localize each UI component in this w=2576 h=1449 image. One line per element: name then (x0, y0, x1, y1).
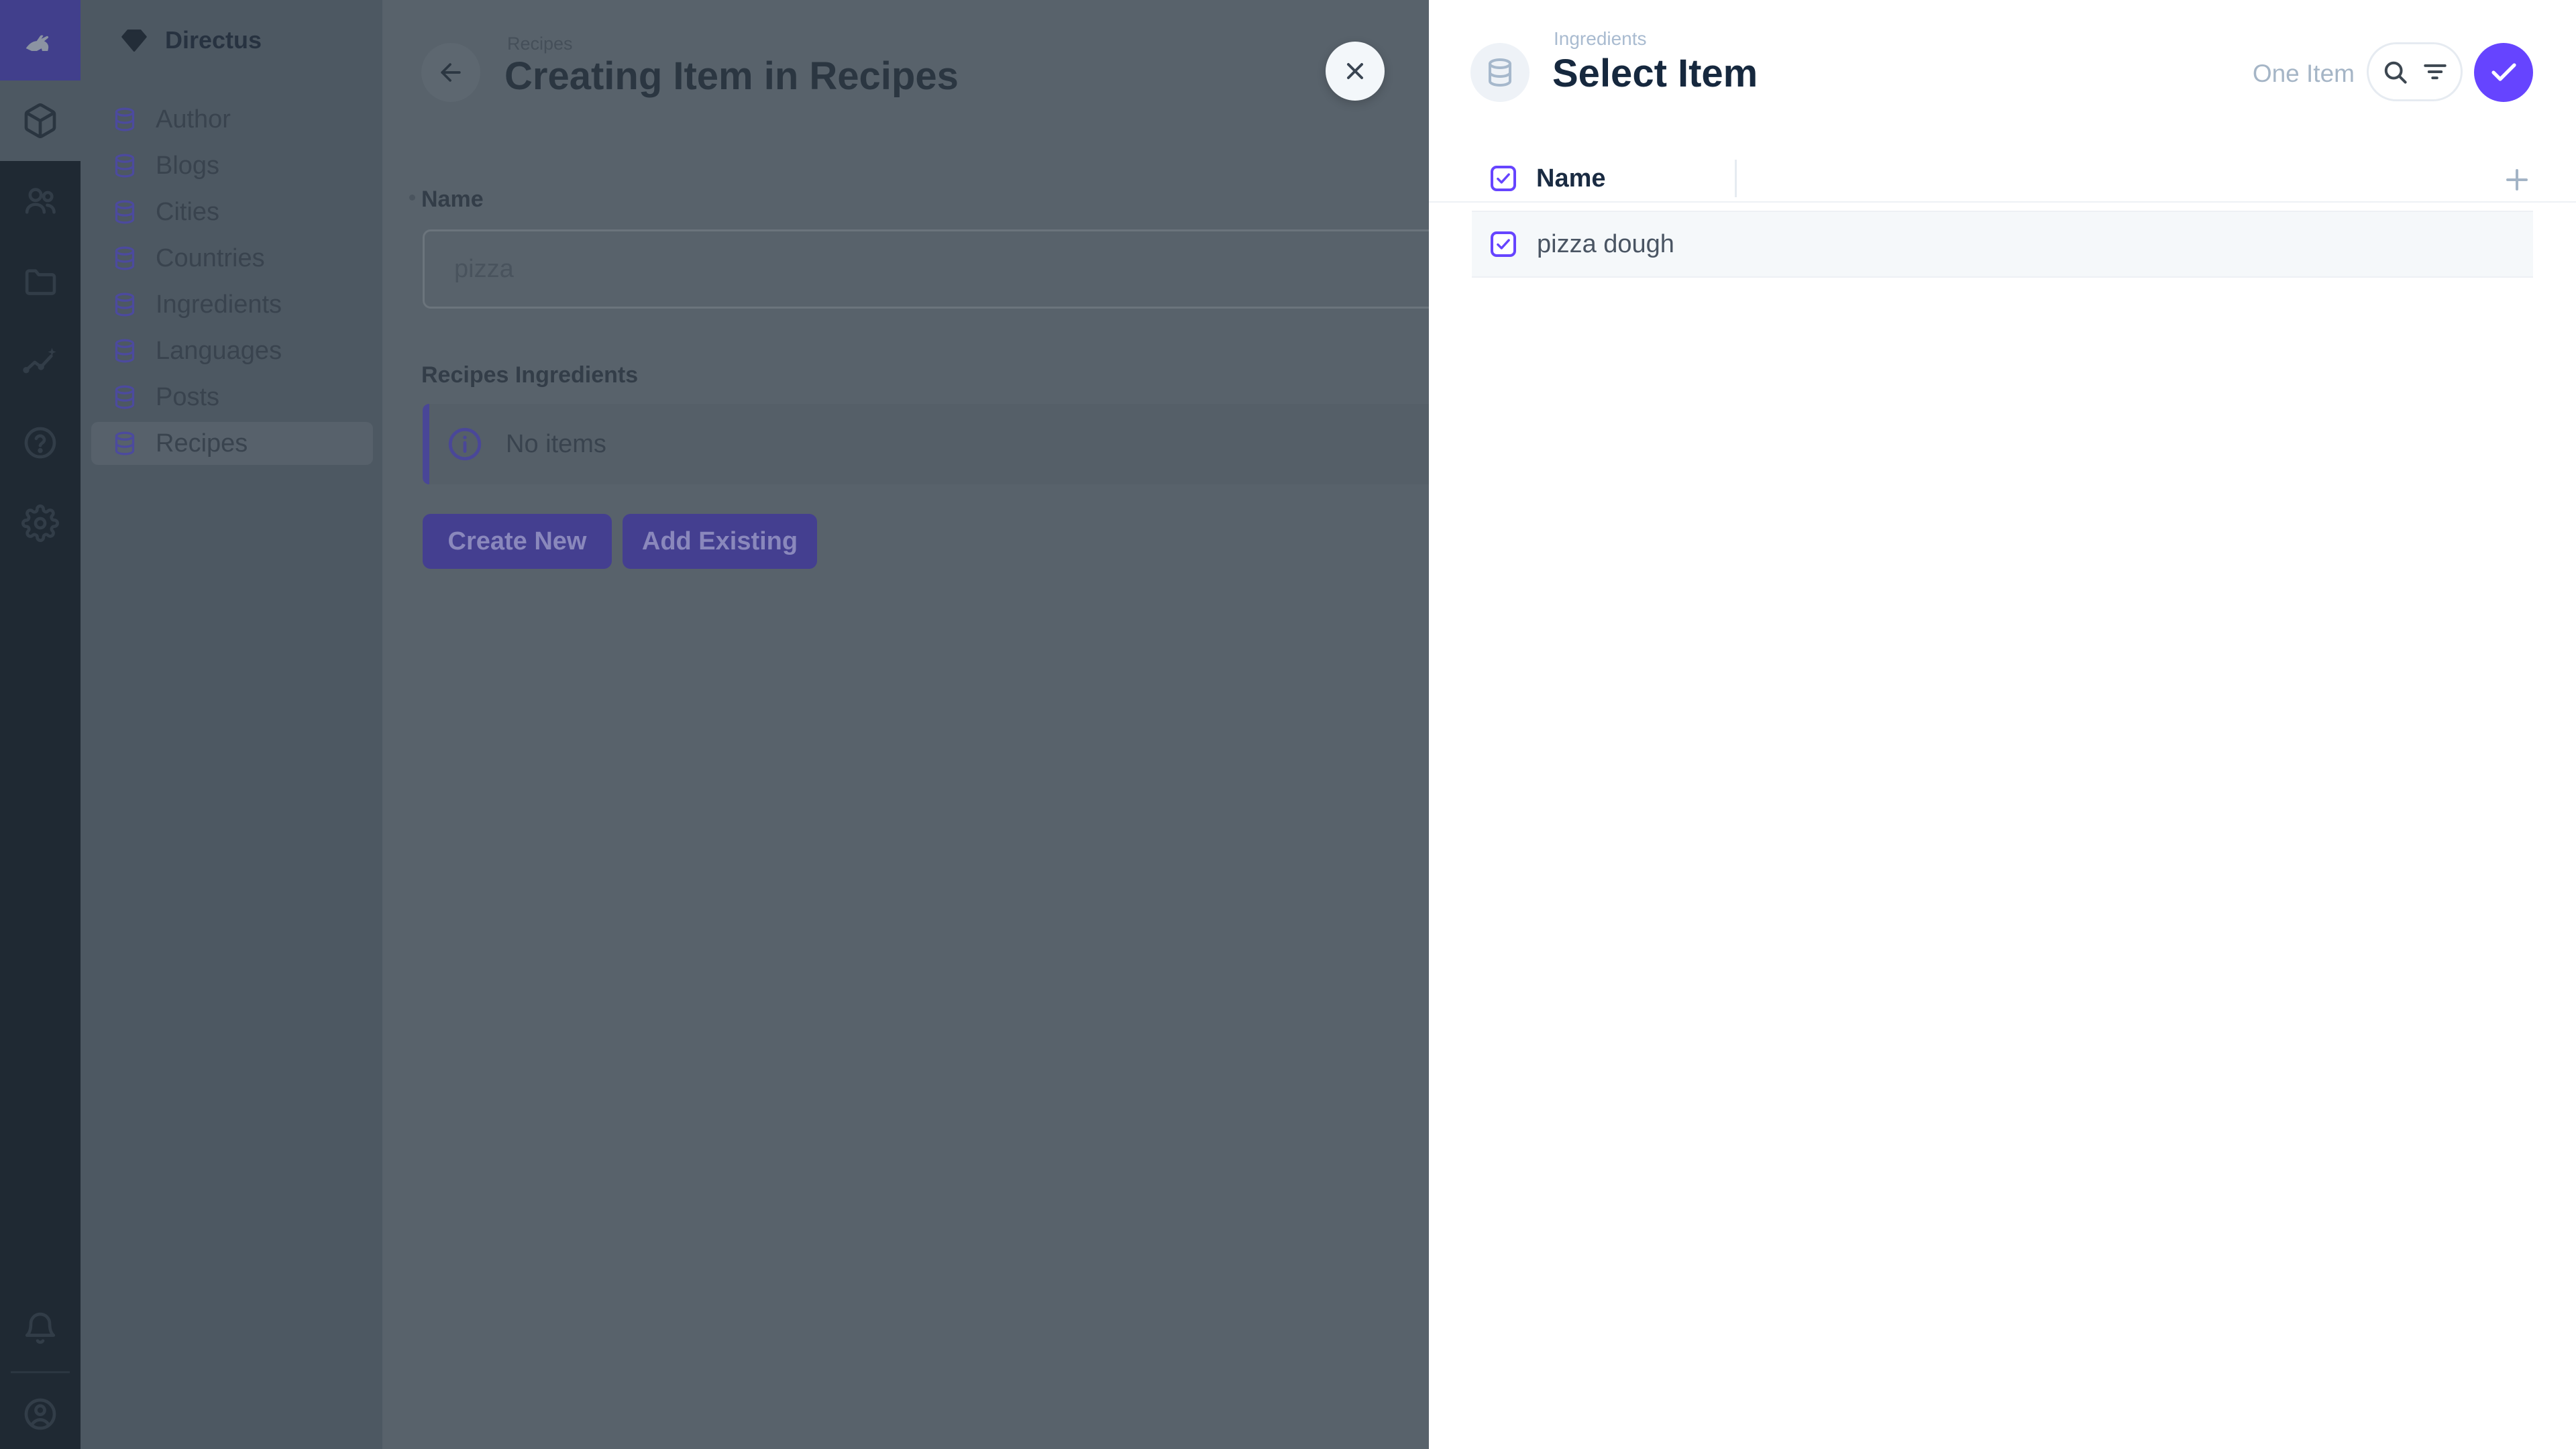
project-name: Directus (165, 26, 262, 54)
navigation-sidebar: Directus Author Blogs Cities Countries I… (80, 0, 382, 1449)
database-icon (111, 384, 138, 411)
module-content[interactable] (0, 80, 80, 161)
directus-logo[interactable] (0, 0, 80, 80)
nav-item-languages[interactable]: Languages (91, 329, 373, 372)
drawer-collection-label: Ingredients (1554, 28, 1647, 50)
content-module-icon (21, 102, 59, 140)
search-filter-group (2367, 42, 2463, 101)
select-all-checkbox[interactable] (1491, 166, 1516, 191)
users-module-icon (21, 182, 59, 220)
nav-item-countries[interactable]: Countries (91, 237, 373, 280)
selection-count: One Item (2253, 60, 2355, 88)
confirm-selection-button[interactable] (2474, 43, 2533, 102)
account-button[interactable] (0, 1374, 80, 1449)
close-icon (1342, 58, 1368, 85)
nav-item-label: Languages (156, 337, 282, 366)
drawer-close-button[interactable] (1326, 42, 1385, 101)
column-resize-handle[interactable] (1735, 160, 1737, 197)
back-button[interactable] (421, 43, 480, 102)
module-settings[interactable] (0, 483, 80, 564)
nav-item-label: Posts (156, 383, 219, 412)
module-help[interactable] (0, 402, 80, 483)
module-insights[interactable] (0, 322, 80, 402)
filter-icon (2420, 57, 2450, 87)
breadcrumb[interactable]: Recipes (507, 34, 573, 54)
nav-item-author[interactable]: Author (91, 98, 373, 141)
project-chooser[interactable]: Directus (80, 0, 382, 80)
database-icon (111, 199, 138, 225)
nav-item-ingredients[interactable]: Ingredients (91, 283, 373, 326)
info-icon (445, 425, 484, 464)
nav-item-blogs[interactable]: Blogs (91, 144, 373, 187)
module-bar (0, 0, 80, 1449)
bell-icon (21, 1309, 59, 1347)
account-circle-icon (21, 1395, 59, 1433)
folder-module-icon (21, 263, 59, 301)
database-icon (111, 152, 138, 179)
check-icon (2487, 56, 2520, 89)
recipes-ingredients-label: Recipes Ingredients (421, 362, 638, 388)
nav-item-posts[interactable]: Posts (91, 376, 373, 419)
notifications-button[interactable] (0, 1288, 80, 1368)
search-icon (2380, 57, 2410, 87)
nav-item-cities[interactable]: Cities (91, 191, 373, 233)
table-header: Name (1429, 157, 2576, 203)
database-icon (1484, 56, 1516, 89)
rabbit-logo-icon (19, 19, 62, 62)
drawer-title: Select Item (1552, 51, 1758, 96)
required-indicator (409, 195, 415, 201)
nav-item-label: Cities (156, 198, 219, 227)
database-icon (111, 245, 138, 272)
page-title: Creating Item in Recipes (504, 54, 959, 99)
name-field-label: Name (421, 186, 484, 213)
database-icon (111, 430, 138, 457)
filter-button[interactable] (2418, 48, 2453, 95)
module-bar-divider (11, 1371, 70, 1373)
row-name-cell: pizza dough (1537, 230, 1674, 259)
module-users[interactable] (0, 161, 80, 241)
no-items-text: No items (506, 430, 606, 459)
add-existing-button[interactable]: Add Existing (623, 514, 817, 569)
database-icon (111, 337, 138, 364)
row-checkbox[interactable] (1491, 231, 1516, 257)
nav-item-label: Recipes (156, 429, 248, 458)
arrow-left-icon (436, 58, 466, 87)
add-column-button[interactable] (2501, 164, 2533, 196)
select-item-drawer: Ingredients Select Item One Item (1429, 0, 2576, 1449)
create-new-button[interactable]: Create New (423, 514, 612, 569)
database-icon (111, 106, 138, 133)
checkmark-icon (1495, 170, 1512, 187)
nav-item-label: Ingredients (156, 290, 282, 319)
plus-icon (2501, 164, 2533, 196)
database-icon (111, 291, 138, 318)
settings-module-icon (21, 504, 59, 542)
nav-item-label: Author (156, 105, 231, 134)
nav-item-recipes[interactable]: Recipes (91, 422, 373, 465)
help-module-icon (21, 424, 59, 462)
collection-icon-circle (1470, 43, 1529, 102)
column-header-name[interactable]: Name (1536, 164, 1606, 193)
insights-module-icon (21, 343, 59, 381)
app-root: Directus Author Blogs Cities Countries I… (0, 0, 2576, 1449)
checkmark-icon (1495, 235, 1512, 253)
table-row-pizza-dough[interactable]: pizza dough (1472, 211, 2533, 278)
gem-icon (119, 25, 149, 55)
nav-item-label: Blogs (156, 152, 219, 180)
nav-item-label: Countries (156, 244, 265, 273)
search-button[interactable] (2377, 48, 2412, 95)
module-file-library[interactable] (0, 241, 80, 322)
